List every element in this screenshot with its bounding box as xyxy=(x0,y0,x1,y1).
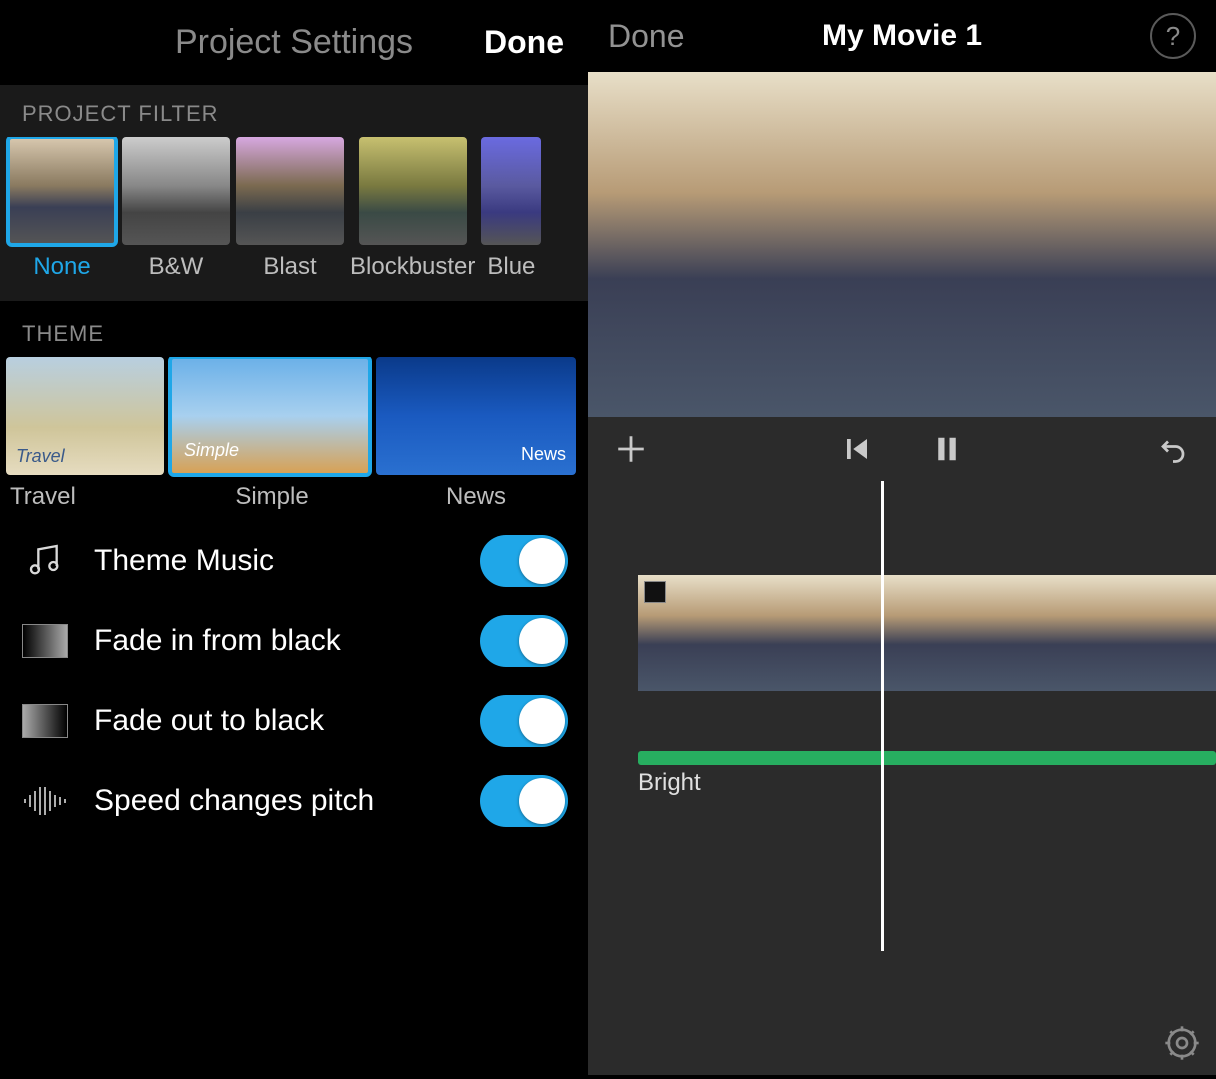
theme-label: Simple xyxy=(170,483,370,511)
fade-out-icon xyxy=(20,700,70,742)
option-label: Speed changes pitch xyxy=(94,784,456,818)
project-filter-section: PROJECT FILTER None B&W Blast Blockbuste… xyxy=(0,85,588,301)
undo-button[interactable] xyxy=(1156,434,1190,464)
audio-track[interactable] xyxy=(638,751,1216,765)
theme-overlay: Travel xyxy=(16,446,65,467)
option-speed-pitch: Speed changes pitch xyxy=(20,775,568,827)
project-title[interactable]: My Movie 1 xyxy=(822,19,982,53)
theme-simple[interactable]: Simple Simple xyxy=(170,357,370,511)
audio-track-label: Bright xyxy=(638,769,701,797)
filter-blockbuster[interactable]: Blockbuster xyxy=(350,137,475,281)
mute-indicator-icon xyxy=(644,581,666,603)
settings-header: Project Settings Done xyxy=(0,0,588,85)
theme-thumb-travel: Travel xyxy=(6,357,164,475)
option-fade-in: Fade in from black xyxy=(20,615,568,667)
transport-controls xyxy=(588,417,1216,481)
theme-thumb-news: News xyxy=(376,357,576,475)
filter-none[interactable]: None xyxy=(8,137,116,281)
editor-pane: Done My Movie 1 ? Brigh xyxy=(588,0,1216,1079)
video-preview[interactable] xyxy=(588,72,1216,417)
filter-label: Blue xyxy=(487,253,535,281)
option-label: Fade out to black xyxy=(94,704,456,738)
add-media-button[interactable] xyxy=(614,432,648,466)
help-button[interactable]: ? xyxy=(1150,13,1196,59)
project-filter-label: PROJECT FILTER xyxy=(0,95,588,137)
done-button[interactable]: Done xyxy=(484,24,564,61)
project-settings-button[interactable] xyxy=(1162,1023,1202,1063)
theme-thumb-simple: Simple xyxy=(170,357,370,475)
clip-thumb[interactable] xyxy=(831,575,1024,691)
options-list: Theme Music Fade in from black Fade out … xyxy=(0,511,588,827)
theme-news[interactable]: News News xyxy=(376,357,576,511)
settings-title: Project Settings xyxy=(175,23,413,62)
option-label: Fade in from black xyxy=(94,624,456,658)
speed-pitch-toggle[interactable] xyxy=(480,775,568,827)
filter-thumb-blue xyxy=(481,137,541,245)
theme-section: THEME Travel Travel Simple Simple News N… xyxy=(0,301,588,511)
fade-in-toggle[interactable] xyxy=(480,615,568,667)
editor-header: Done My Movie 1 ? xyxy=(588,0,1216,72)
timeline[interactable]: Bright xyxy=(588,481,1216,1075)
theme-label: News xyxy=(376,483,576,511)
filter-thumb-blockbuster xyxy=(359,137,467,245)
clip-thumb[interactable] xyxy=(1023,575,1216,691)
video-track[interactable] xyxy=(638,575,1216,691)
filter-label: Blast xyxy=(263,253,316,281)
music-note-icon xyxy=(20,540,70,582)
filter-thumb-blast xyxy=(236,137,344,245)
filter-thumb-none xyxy=(8,137,116,245)
option-theme-music: Theme Music xyxy=(20,535,568,587)
skip-to-start-button[interactable] xyxy=(842,434,872,464)
filter-label: None xyxy=(33,253,90,281)
filter-label: Blockbuster xyxy=(350,253,475,281)
option-label: Theme Music xyxy=(94,544,456,578)
filter-row[interactable]: None B&W Blast Blockbuster Blue xyxy=(0,137,588,281)
clip-thumb[interactable] xyxy=(638,575,831,691)
option-fade-out: Fade out to black xyxy=(20,695,568,747)
project-settings-pane: Project Settings Done PROJECT FILTER Non… xyxy=(0,0,588,1079)
theme-section-label: THEME xyxy=(0,301,588,357)
filter-bw[interactable]: B&W xyxy=(122,137,230,281)
theme-row[interactable]: Travel Travel Simple Simple News News xyxy=(0,357,588,511)
waveform-icon xyxy=(20,780,70,822)
filter-blast[interactable]: Blast xyxy=(236,137,344,281)
pause-button[interactable] xyxy=(932,432,962,466)
theme-overlay: Simple xyxy=(184,440,239,461)
theme-label: Travel xyxy=(6,483,164,511)
theme-music-toggle[interactable] xyxy=(480,535,568,587)
playhead[interactable] xyxy=(881,481,884,951)
filter-blue[interactable]: Blue xyxy=(481,137,541,281)
fade-out-toggle[interactable] xyxy=(480,695,568,747)
theme-overlay: News xyxy=(521,444,566,465)
editor-done-button[interactable]: Done xyxy=(608,18,685,55)
filter-label: B&W xyxy=(149,253,204,281)
theme-travel[interactable]: Travel Travel xyxy=(6,357,164,511)
filter-thumb-bw xyxy=(122,137,230,245)
fade-in-icon xyxy=(20,620,70,662)
